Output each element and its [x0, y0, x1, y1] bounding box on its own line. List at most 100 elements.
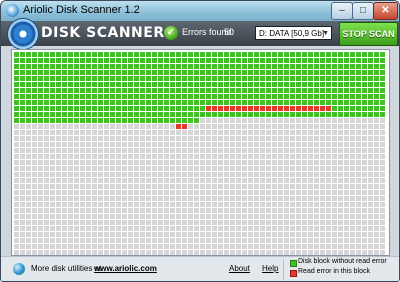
unscanned-block — [302, 226, 307, 231]
help-link[interactable]: Help — [262, 264, 278, 273]
ok-block — [356, 106, 361, 111]
unscanned-block — [248, 160, 253, 165]
unscanned-block — [368, 184, 373, 189]
unscanned-block — [368, 220, 373, 225]
ok-block — [176, 118, 181, 123]
ok-block — [284, 52, 289, 57]
unscanned-block — [368, 226, 373, 231]
unscanned-block — [74, 190, 79, 195]
ok-block — [92, 52, 97, 57]
unscanned-block — [152, 130, 157, 135]
ok-block — [158, 118, 163, 123]
unscanned-block — [44, 196, 49, 201]
unscanned-block — [284, 184, 289, 189]
unscanned-block — [152, 184, 157, 189]
ok-block — [296, 94, 301, 99]
unscanned-block — [128, 130, 133, 135]
error-block — [236, 106, 241, 111]
ok-block — [98, 76, 103, 81]
unscanned-block — [62, 178, 67, 183]
ok-block — [266, 52, 271, 57]
unscanned-block — [116, 166, 121, 171]
unscanned-block — [200, 130, 205, 135]
unscanned-block — [92, 154, 97, 159]
unscanned-block — [14, 160, 19, 165]
unscanned-block — [206, 238, 211, 243]
minimize-button[interactable]: – — [331, 2, 353, 20]
unscanned-block — [320, 232, 325, 237]
unscanned-block — [122, 196, 127, 201]
unscanned-block — [68, 130, 73, 135]
unscanned-block — [80, 124, 85, 129]
unscanned-block — [176, 232, 181, 237]
ok-block — [326, 100, 331, 105]
ok-block — [104, 94, 109, 99]
ok-block — [26, 88, 31, 93]
about-link[interactable]: About — [229, 264, 250, 273]
ok-block — [164, 94, 169, 99]
unscanned-block — [296, 124, 301, 129]
unscanned-block — [332, 238, 337, 243]
unscanned-block — [344, 178, 349, 183]
unscanned-block — [56, 124, 61, 129]
unscanned-block — [290, 166, 295, 171]
unscanned-block — [170, 250, 175, 255]
ok-block — [98, 100, 103, 105]
unscanned-block — [362, 172, 367, 177]
title-bar[interactable]: Ariolic Disk Scanner 1.2 – □ ✕ — [1, 1, 399, 21]
ok-block — [266, 112, 271, 117]
unscanned-block — [314, 196, 319, 201]
unscanned-block — [146, 232, 151, 237]
ok-block — [44, 76, 49, 81]
unscanned-block — [200, 202, 205, 207]
ok-block — [230, 64, 235, 69]
ok-block — [278, 76, 283, 81]
unscanned-block — [62, 184, 67, 189]
ok-block — [152, 76, 157, 81]
unscanned-block — [248, 148, 253, 153]
maximize-button[interactable]: □ — [352, 2, 374, 20]
unscanned-block — [44, 202, 49, 207]
unscanned-block — [266, 220, 271, 225]
ok-block — [128, 100, 133, 105]
unscanned-block — [362, 190, 367, 195]
ok-block — [170, 64, 175, 69]
unscanned-block — [32, 136, 37, 141]
drive-select[interactable]: D: DATA [50,9 Gb] ▼ — [255, 26, 332, 40]
ok-block — [320, 52, 325, 57]
ok-block — [116, 100, 121, 105]
unscanned-block — [32, 178, 37, 183]
unscanned-block — [224, 124, 229, 129]
unscanned-block — [134, 226, 139, 231]
unscanned-block — [206, 220, 211, 225]
unscanned-block — [254, 172, 259, 177]
website-link[interactable]: www.ariolic.com — [94, 264, 157, 273]
chevron-down-icon[interactable]: ▼ — [322, 27, 329, 41]
unscanned-block — [284, 166, 289, 171]
ok-block — [362, 76, 367, 81]
unscanned-block — [176, 250, 181, 255]
unscanned-block — [344, 142, 349, 147]
unscanned-block — [248, 208, 253, 213]
unscanned-block — [32, 238, 37, 243]
unscanned-block — [302, 244, 307, 249]
unscanned-block — [338, 184, 343, 189]
unscanned-block — [176, 202, 181, 207]
unscanned-block — [224, 142, 229, 147]
unscanned-block — [368, 154, 373, 159]
unscanned-block — [164, 190, 169, 195]
ok-block — [164, 88, 169, 93]
close-button[interactable]: ✕ — [373, 2, 398, 20]
unscanned-block — [200, 184, 205, 189]
unscanned-block — [128, 172, 133, 177]
ok-block — [122, 94, 127, 99]
ok-block — [272, 82, 277, 87]
unscanned-block — [290, 160, 295, 165]
ok-block — [284, 64, 289, 69]
stop-scan-button[interactable]: STOP SCAN — [339, 22, 398, 46]
unscanned-block — [188, 220, 193, 225]
unscanned-block — [98, 130, 103, 135]
unscanned-block — [374, 220, 379, 225]
ok-block — [296, 52, 301, 57]
unscanned-block — [20, 208, 25, 213]
